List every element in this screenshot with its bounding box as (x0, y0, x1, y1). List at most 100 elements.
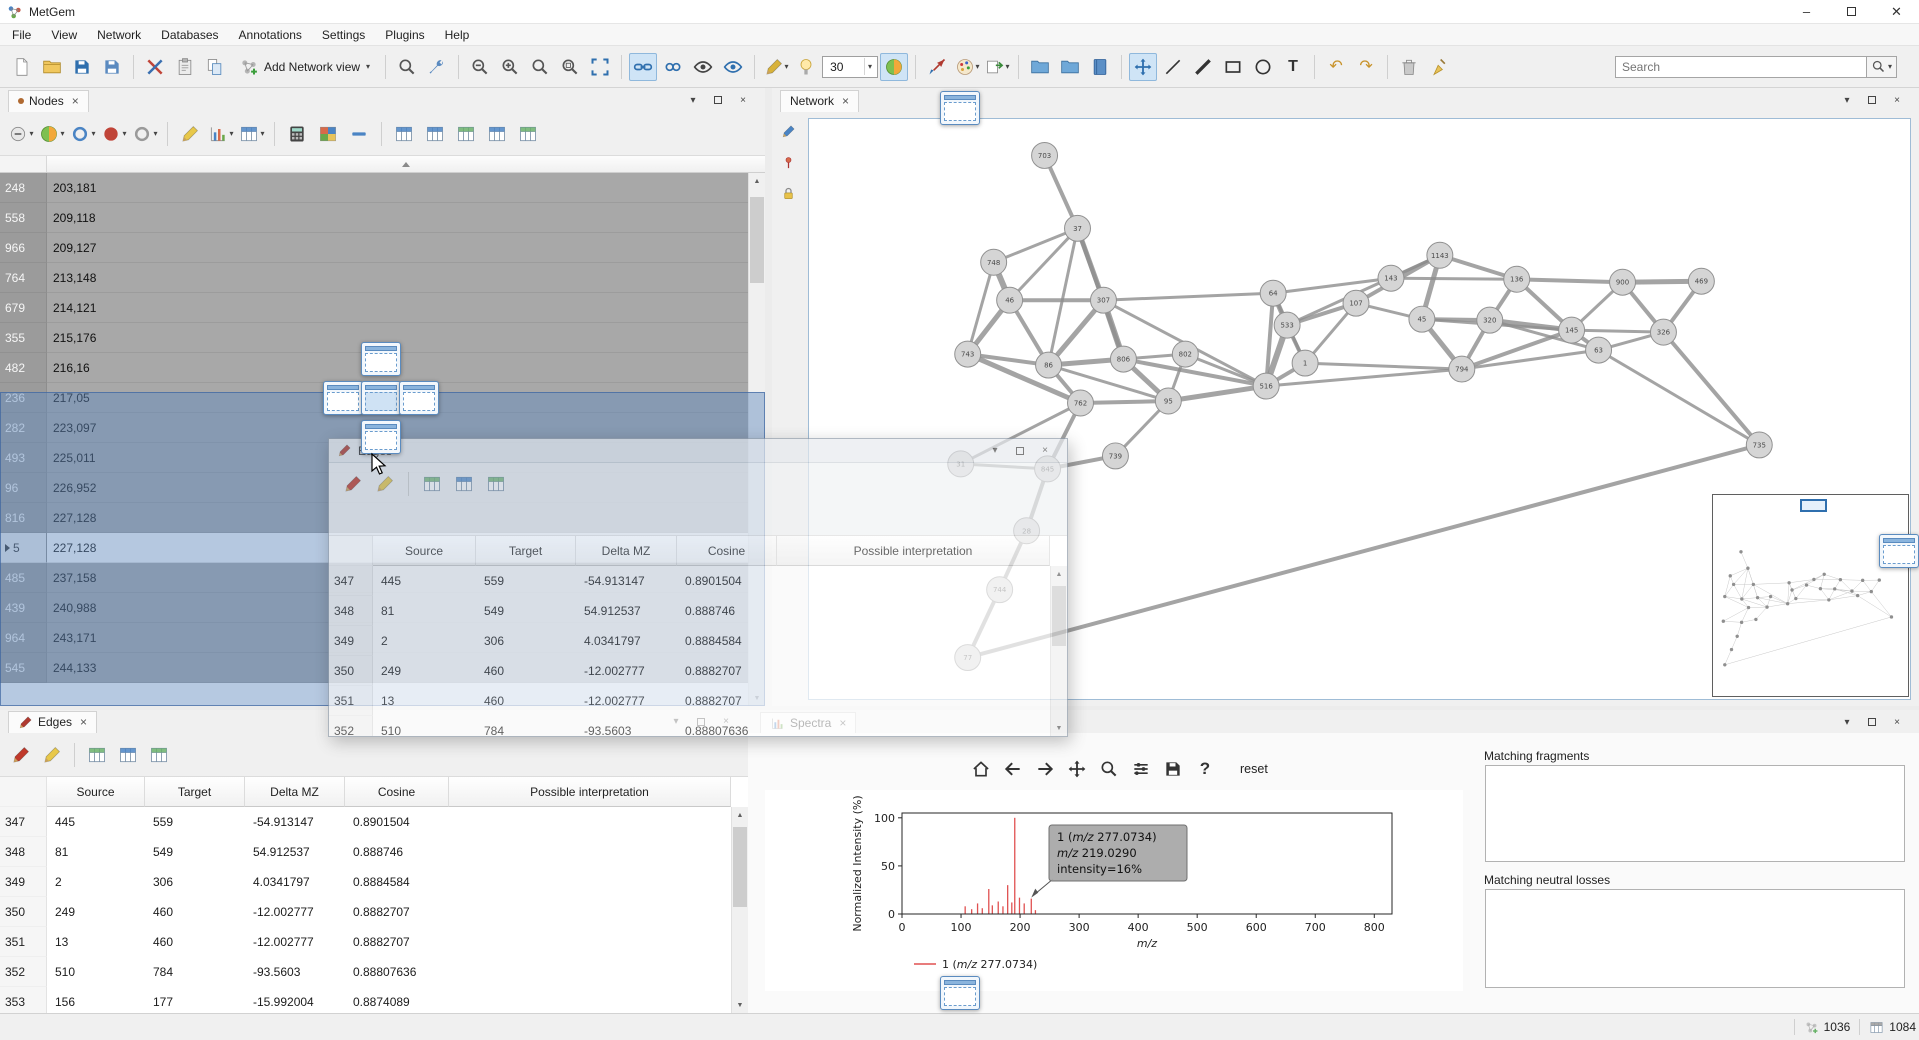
node-color-button[interactable]: ▾ (38, 120, 66, 148)
edit-edge-red-button[interactable] (7, 741, 35, 769)
edit-edge-red-button[interactable] (339, 470, 367, 498)
network-edge[interactable] (1010, 228, 1078, 300)
new-project-button[interactable] (8, 53, 36, 81)
dock-guide-left[interactable] (323, 381, 363, 415)
row-header[interactable]: 348 (329, 596, 373, 626)
interpretation-cell[interactable] (449, 897, 748, 927)
panel-close-button[interactable]: × (1037, 443, 1053, 459)
pan-button[interactable] (1062, 754, 1092, 784)
panel-maximize-button[interactable] (710, 92, 726, 108)
edges-table-row[interactable]: 34923064.03417970.8884584 (0, 867, 748, 897)
source-cell[interactable]: 81 (373, 596, 476, 626)
table-view-4-button[interactable] (483, 120, 511, 148)
import-metadata-button[interactable] (171, 53, 199, 81)
floating-edges-table-row[interactable]: 34923064.03417970.8884584 (329, 626, 1067, 656)
floating-edges-panel[interactable]: Edges ▾ × SourceTargetDelta MZCosinePoss… (328, 438, 1068, 737)
spectra-library-button[interactable] (1086, 53, 1114, 81)
row-header[interactable]: 355 (0, 323, 47, 353)
help-button[interactable]: ? (1190, 754, 1220, 784)
edges-table-row[interactable]: 3488154954.9125370.888746 (0, 837, 748, 867)
save-project-button[interactable] (68, 53, 96, 81)
network-minimap[interactable] (1712, 494, 1909, 697)
target-cell[interactable]: 306 (476, 626, 576, 656)
nodes-table-header[interactable] (0, 156, 765, 173)
close-icon[interactable]: × (72, 94, 79, 108)
reset-button[interactable]: reset (1234, 759, 1274, 779)
add-network-view-button[interactable]: Add Network view ▾ (231, 53, 378, 81)
menu-item-file[interactable]: File (2, 25, 41, 45)
row-header[interactable]: 352 (329, 716, 373, 736)
panel-maximize-button[interactable] (1864, 92, 1880, 108)
target-cell[interactable]: 306 (145, 867, 245, 897)
source-cell[interactable]: 156 (47, 987, 145, 1013)
interpretation-cell[interactable] (449, 807, 748, 837)
cosine-cell[interactable]: 0.8901504 (345, 807, 449, 837)
source-cell[interactable]: 510 (373, 716, 476, 736)
source-cell[interactable]: 249 (47, 897, 145, 927)
panel-undock-button[interactable]: ▾ (1839, 92, 1855, 108)
scrollbar-thumb[interactable] (733, 827, 747, 907)
menu-item-network[interactable]: Network (87, 25, 151, 45)
cosine-cell[interactable]: 0.8882707 (345, 897, 449, 927)
formula-button[interactable] (283, 120, 311, 148)
delta-mz-cell[interactable]: -54.913147 (576, 566, 677, 596)
draw-text-button[interactable]: T (1279, 53, 1307, 81)
export-image-button[interactable]: ▾ (983, 53, 1011, 81)
zoom-in-button[interactable] (496, 53, 524, 81)
back-button[interactable] (998, 754, 1028, 784)
find-button[interactable] (393, 53, 421, 81)
cosine-cell[interactable]: 0.8882707 (677, 686, 777, 716)
target-cell[interactable]: 460 (145, 897, 245, 927)
network-edge[interactable] (1305, 363, 1462, 369)
curation-tools-button[interactable] (423, 53, 451, 81)
dock-guide-edge-right[interactable] (1879, 534, 1919, 568)
network-node[interactable]: 320 (1477, 307, 1503, 333)
network-edit-button[interactable] (775, 118, 801, 144)
source-cell[interactable]: 445 (373, 566, 476, 596)
row-header[interactable]: 352 (0, 957, 47, 987)
network-edge[interactable] (1517, 279, 1623, 282)
delta-mz-cell[interactable]: 54.912537 (576, 596, 677, 626)
remove-column-button[interactable] (345, 120, 373, 148)
annotate-pen-button[interactable]: ▾ (762, 53, 790, 81)
dock-guide-center[interactable] (361, 381, 401, 415)
source-cell[interactable]: 13 (373, 686, 476, 716)
row-header[interactable]: 348 (0, 837, 47, 867)
delta-mz-cell[interactable]: 54.912537 (245, 837, 345, 867)
target-cell[interactable]: 549 (145, 837, 245, 867)
menu-item-databases[interactable]: Databases (151, 25, 228, 45)
nodes-table-row[interactable]: 248203,181 (0, 173, 748, 203)
interpretation-cell[interactable] (777, 596, 1067, 626)
scroll-up-icon[interactable]: ▲ (732, 807, 748, 823)
edges-table-row[interactable]: 347445559-54.9131470.8901504 (0, 807, 748, 837)
nodes-table-row[interactable]: 764213,148 (0, 263, 748, 293)
nodes-table-row[interactable]: 966209,127 (0, 233, 748, 263)
source-cell[interactable]: 249 (373, 656, 476, 686)
network-edge[interactable] (994, 228, 1078, 262)
table-corner[interactable] (0, 156, 47, 172)
floating-edges-table-row[interactable]: 350249460-12.0027770.8882707 (329, 656, 1067, 686)
network-edge[interactable] (1599, 350, 1760, 445)
network-node[interactable]: 739 (1102, 443, 1128, 469)
network-node[interactable]: 86 (1036, 352, 1062, 378)
table-corner[interactable] (329, 536, 373, 566)
source-cell[interactable]: 445 (47, 807, 145, 837)
network-edge[interactable] (1462, 350, 1599, 369)
minimize-button[interactable]: – (1784, 0, 1829, 24)
network-edge[interactable] (968, 445, 1760, 658)
column-header-source[interactable]: Source (373, 536, 476, 566)
network-node[interactable]: 516 (1253, 373, 1279, 399)
delete-annotations-button[interactable] (1395, 53, 1423, 81)
view-databases-button[interactable] (1056, 53, 1084, 81)
target-cell[interactable]: 549 (476, 596, 576, 626)
save-project-as-button[interactable] (98, 53, 126, 81)
network-node[interactable]: 794 (1449, 356, 1475, 382)
column-header-possible-interpretation[interactable]: Possible interpretation (777, 536, 1050, 566)
column-header-cosine[interactable]: Cosine (345, 777, 449, 807)
network-edge[interactable] (1168, 386, 1266, 401)
cosine-cell[interactable]: 0.8882707 (677, 656, 777, 686)
network-node[interactable]: 743 (955, 341, 981, 367)
network-node[interactable]: 63 (1586, 337, 1612, 363)
show-items-button[interactable] (719, 53, 747, 81)
row-header[interactable]: 349 (0, 867, 47, 897)
